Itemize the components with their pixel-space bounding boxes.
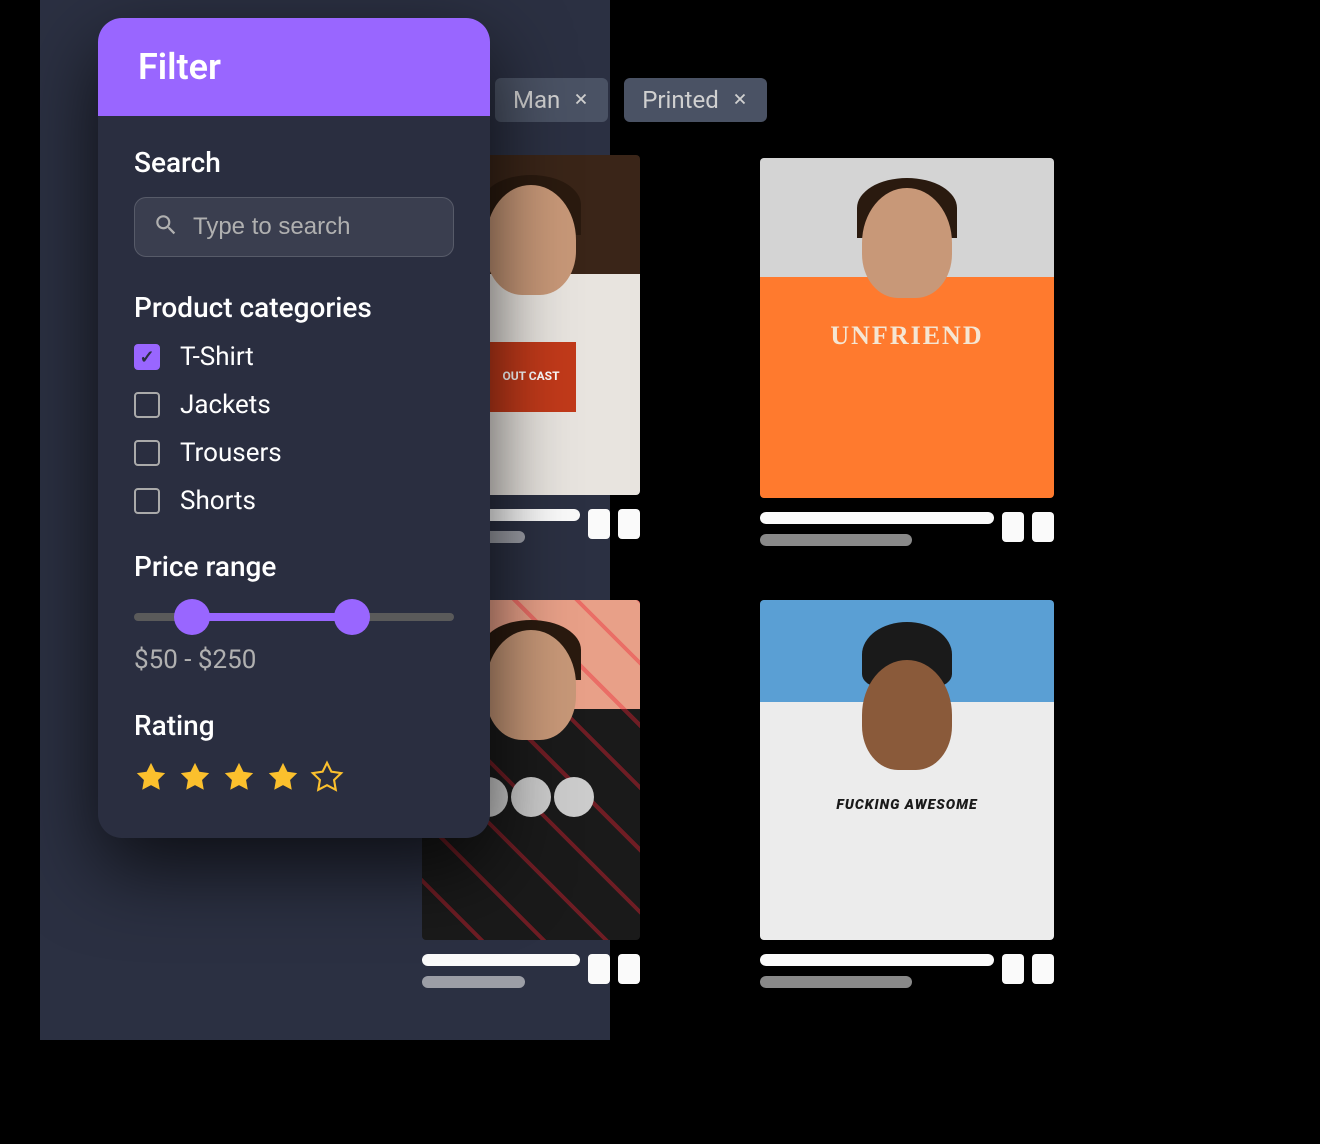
person-illustration (862, 188, 952, 298)
skeleton-pill (1002, 512, 1024, 542)
checkbox-empty-icon[interactable] (134, 392, 160, 418)
search-icon (153, 212, 193, 242)
price-slider[interactable] (134, 613, 454, 621)
category-label: T-Shirt (180, 342, 254, 372)
chip-label: Printed (642, 86, 718, 114)
skeleton-line (760, 512, 994, 524)
slider-handle-max[interactable] (334, 599, 370, 635)
product-card[interactable]: UNFRIEND (760, 158, 1054, 556)
product-image: FUCKING AWESOME (760, 600, 1054, 940)
skeleton-pill (618, 954, 640, 984)
shirt-graphic: FUCKING AWESOME (836, 797, 977, 813)
chip-man[interactable]: Man (495, 78, 608, 122)
chip-label: Man (513, 86, 560, 114)
slider-handle-min[interactable] (174, 599, 210, 635)
close-icon[interactable] (572, 86, 590, 114)
rating-label: Rating (134, 709, 454, 742)
category-list: T-Shirt Jackets Trousers Shorts (134, 342, 454, 516)
skeleton-pill (1032, 512, 1054, 542)
product-meta (760, 954, 1054, 998)
skeleton-pill (618, 509, 640, 539)
close-icon[interactable] (731, 86, 749, 114)
star-icon[interactable] (134, 760, 168, 798)
search-label: Search (134, 146, 454, 179)
rating-stars[interactable] (134, 760, 454, 798)
shirt-graphic: OUT CAST (486, 342, 576, 412)
skeleton-pill (1032, 954, 1054, 984)
category-shorts[interactable]: Shorts (134, 486, 454, 516)
category-tshirt[interactable]: T-Shirt (134, 342, 454, 372)
skeleton-pill (1002, 954, 1024, 984)
star-icon[interactable] (266, 760, 300, 798)
category-label: Jackets (180, 390, 271, 420)
checkbox-empty-icon[interactable] (134, 440, 160, 466)
skeleton-pill (588, 509, 610, 539)
chip-printed[interactable]: Printed (624, 78, 766, 122)
skeleton-pills (1002, 512, 1054, 542)
skeleton-pills (588, 509, 640, 539)
shirt-graphic: UNFRIEND (830, 321, 983, 351)
skeleton-line (760, 954, 994, 966)
price-label: Price range (134, 550, 454, 583)
search-box[interactable] (134, 197, 454, 257)
skeleton-line (422, 976, 525, 988)
filter-header: Filter (98, 18, 490, 116)
star-icon[interactable] (222, 760, 256, 798)
product-card[interactable]: FUCKING AWESOME (760, 600, 1054, 998)
skeleton-pills (1002, 954, 1054, 984)
person-illustration (486, 630, 576, 740)
category-label: Shorts (180, 486, 256, 516)
product-image: UNFRIEND (760, 158, 1054, 498)
slider-fill (192, 613, 352, 621)
filter-title: Filter (138, 46, 450, 88)
filter-panel: Filter Search Product categories T-Shirt… (98, 18, 490, 838)
price-text: $50 - $250 (134, 645, 454, 675)
star-outline-icon[interactable] (310, 760, 344, 798)
person-illustration (862, 660, 952, 770)
skeleton-line (422, 954, 580, 966)
search-input[interactable] (193, 213, 490, 241)
skeleton-line (760, 976, 912, 988)
filter-chips: Man Printed (495, 78, 767, 122)
product-meta (422, 954, 640, 998)
skeleton-pills (588, 954, 640, 984)
skeleton-line (760, 534, 912, 546)
category-jackets[interactable]: Jackets (134, 390, 454, 420)
category-trousers[interactable]: Trousers (134, 438, 454, 468)
category-label: Trousers (180, 438, 282, 468)
checkbox-empty-icon[interactable] (134, 488, 160, 514)
person-illustration (486, 185, 576, 295)
skeleton-pill (588, 954, 610, 984)
checkbox-checked-icon[interactable] (134, 344, 160, 370)
star-icon[interactable] (178, 760, 212, 798)
filter-body: Search Product categories T-Shirt Jacket… (98, 116, 490, 838)
categories-label: Product categories (134, 291, 454, 324)
price-section: Price range $50 - $250 (134, 550, 454, 675)
product-meta (760, 512, 1054, 556)
